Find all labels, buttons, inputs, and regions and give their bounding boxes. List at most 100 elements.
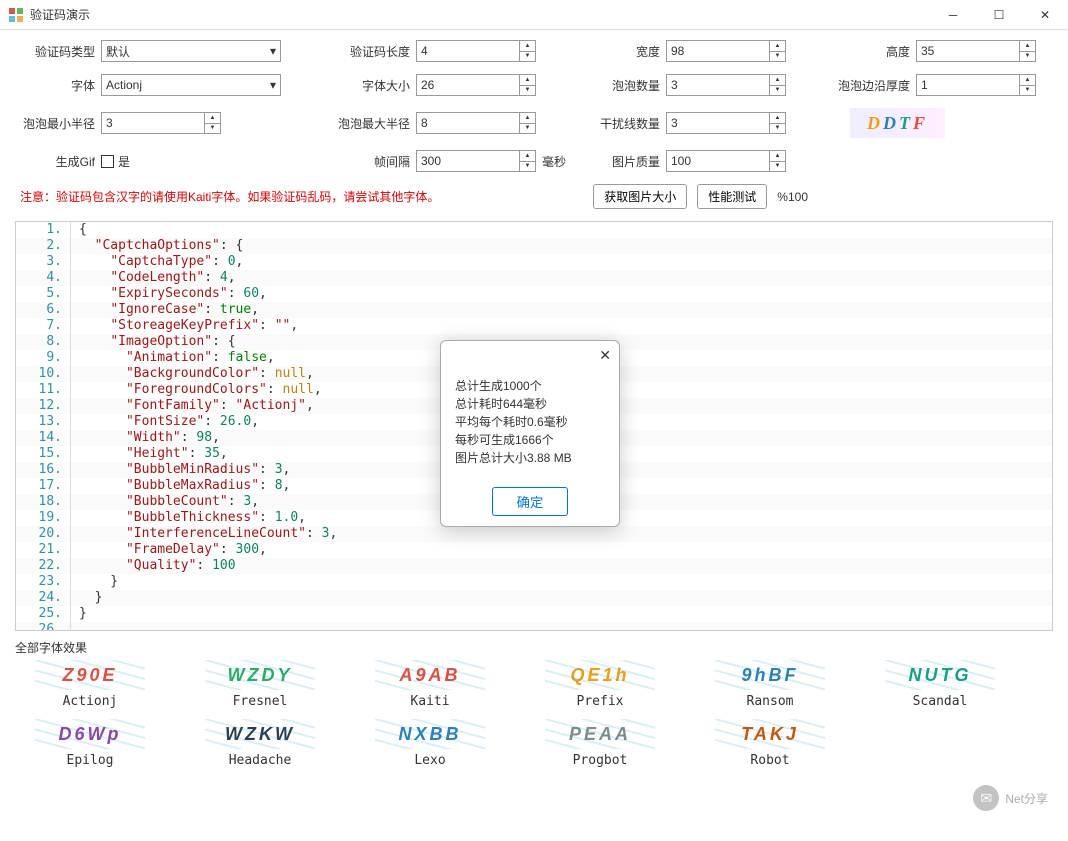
spinner-icon[interactable]: ▲▼ [769, 113, 785, 133]
minimize-button[interactable]: ─ [930, 0, 976, 30]
gif-checkbox-label: 是 [118, 153, 130, 170]
captcha-sample: A9AB [375, 660, 485, 690]
gallery-item: A9AB Kaiti [375, 660, 485, 709]
gallery-label: Kaiti [375, 694, 485, 709]
quality-input[interactable]: 100 ▲▼ [666, 150, 786, 172]
code-line: 22. "Quality": 100 [16, 558, 1052, 574]
spinner-icon[interactable]: ▲▼ [1019, 41, 1035, 61]
interference-label: 干扰线数量 [540, 115, 660, 132]
dialog-ok-button[interactable]: 确定 [492, 487, 569, 516]
code-line: 25.} [16, 606, 1052, 622]
window-title: 验证码演示 [30, 6, 90, 23]
captcha-sample: TAKJ [715, 719, 825, 749]
spinner-icon[interactable]: ▲▼ [519, 113, 535, 133]
dialog-body: 总计生成1000个总计耗时644毫秒平均每个耗时0.6毫秒每秒可生成1666个图… [441, 341, 619, 477]
spinner-icon[interactable]: ▲▼ [769, 151, 785, 171]
code-line: 1.{ [16, 222, 1052, 238]
length-input[interactable]: 4 ▲▼ [416, 40, 536, 62]
captcha-sample: D6Wp [35, 719, 145, 749]
code-line: 4. "CodeLength": 4, [16, 270, 1052, 286]
captcha-sample: WZDY [205, 660, 315, 690]
code-line: 21. "FrameDelay": 300, [16, 542, 1052, 558]
dialog-line: 总计耗时644毫秒 [455, 395, 605, 413]
gallery-item: QE1hPrefix [545, 660, 655, 709]
dialog-close-icon[interactable]: ✕ [599, 347, 611, 364]
code-line: 26. [16, 622, 1052, 631]
bubblecount-input[interactable]: 3 ▲▼ [666, 74, 786, 96]
gallery-item: WZKWHeadache [205, 719, 315, 768]
code-line: 3. "CaptchaType": 0, [16, 254, 1052, 270]
spinner-icon[interactable]: ▲▼ [1019, 75, 1035, 95]
captcha-sample: QE1h [545, 660, 655, 690]
spinner-icon[interactable]: ▲▼ [769, 75, 785, 95]
bubblethick-input[interactable]: 1 ▲▼ [916, 74, 1036, 96]
captcha-sample: 9hBF [715, 660, 825, 690]
gif-label: 生成Gif [20, 153, 95, 170]
spinner-icon[interactable]: ▲▼ [204, 113, 220, 133]
fontsize-input[interactable]: 26 ▲▼ [416, 74, 536, 96]
bubblecount-label: 泡泡数量 [540, 77, 660, 94]
gallery-label: Fresnel [205, 694, 315, 709]
spinner-icon[interactable]: ▲▼ [519, 75, 535, 95]
gallery-label: Scandal [885, 694, 995, 709]
gallery-item: WZDY Fresnel [205, 660, 315, 709]
gallery-item: TAKJ Robot [715, 719, 825, 768]
bubblemax-input[interactable]: 8 ▲▼ [416, 112, 536, 134]
interference-input[interactable]: 3 ▲▼ [666, 112, 786, 134]
type-select[interactable]: 默认 ▾ [101, 40, 281, 62]
spinner-icon[interactable]: ▲▼ [769, 41, 785, 61]
spinner-icon[interactable]: ▲▼ [519, 151, 535, 171]
framedelay-unit: 毫秒 [542, 153, 566, 170]
width-label: 宽度 [540, 43, 660, 60]
code-line: 24. } [16, 590, 1052, 606]
code-line: 20. "InterferenceLineCount": 3, [16, 526, 1052, 542]
gallery-item: NXBB Lexo [375, 719, 485, 768]
maximize-button[interactable]: ☐ [976, 0, 1022, 30]
captcha-sample: Z90E [35, 660, 145, 690]
form-area: 验证码类型 默认 ▾ 验证码长度 4 ▲▼ 宽度 98 ▲▼ 高度 35 ▲▼ [0, 30, 1068, 209]
bubblemin-input[interactable]: 3 ▲▼ [101, 112, 221, 134]
captcha-preview: DDTF [850, 108, 945, 138]
chevron-down-icon: ▾ [270, 44, 276, 58]
height-input[interactable]: 35 ▲▼ [916, 40, 1036, 62]
gallery-label: Epilog [35, 753, 145, 768]
dialog-line: 总计生成1000个 [455, 377, 605, 395]
framedelay-label: 帧间隔 [310, 153, 410, 170]
gallery-title: 全部字体效果 [15, 639, 1053, 656]
captcha-sample: PEAA [545, 719, 655, 749]
dialog-line: 每秒可生成1666个 [455, 431, 605, 449]
gallery-item: PEAAProgbot [545, 719, 655, 768]
height-label: 高度 [790, 43, 910, 60]
wechat-icon: ✉ [973, 785, 999, 811]
captcha-sample: NXBB [375, 719, 485, 749]
captcha-sample: NUTG [885, 660, 995, 690]
gif-checkbox[interactable] [101, 155, 114, 168]
dialog-line: 平均每个耗时0.6毫秒 [455, 413, 605, 431]
font-label: 字体 [20, 77, 95, 94]
code-line: 7. "StoreageKeyPrefix": "", [16, 318, 1052, 334]
gallery-label: Robot [715, 753, 825, 768]
width-input[interactable]: 98 ▲▼ [666, 40, 786, 62]
framedelay-input[interactable]: 300 ▲▼ [416, 150, 536, 172]
bubblethick-label: 泡泡边沿厚度 [790, 77, 910, 94]
dialog-line: 图片总计大小3.88 MB [455, 449, 605, 467]
font-gallery: 全部字体效果 Z90E Actionj WZDY Fresnel A9AB Kaiti QE… [15, 639, 1053, 768]
perf-button[interactable]: 性能测试 [697, 184, 767, 209]
type-label: 验证码类型 [20, 43, 95, 60]
quality-label: 图片质量 [570, 153, 660, 170]
getsize-button[interactable]: 获取图片大小 [593, 184, 687, 209]
spinner-icon[interactable]: ▲▼ [519, 41, 535, 61]
bubblemin-label: 泡泡最小半径 [20, 115, 95, 132]
code-line: 5. "ExpirySeconds": 60, [16, 286, 1052, 302]
code-line: 2. "CaptchaOptions": { [16, 238, 1052, 254]
gallery-label: Lexo [375, 753, 485, 768]
font-select[interactable]: Actionj ▾ [101, 74, 281, 96]
gallery-label: Actionj [35, 694, 145, 709]
gallery-item: Z90E Actionj [35, 660, 145, 709]
gallery-label: Ransom [715, 694, 825, 709]
bubblemax-label: 泡泡最大半径 [310, 115, 410, 132]
app-icon [8, 7, 24, 23]
close-button[interactable]: ✕ [1022, 0, 1068, 30]
gallery-item: D6Wp Epilog [35, 719, 145, 768]
watermark: ✉ Net分享 [973, 785, 1048, 811]
